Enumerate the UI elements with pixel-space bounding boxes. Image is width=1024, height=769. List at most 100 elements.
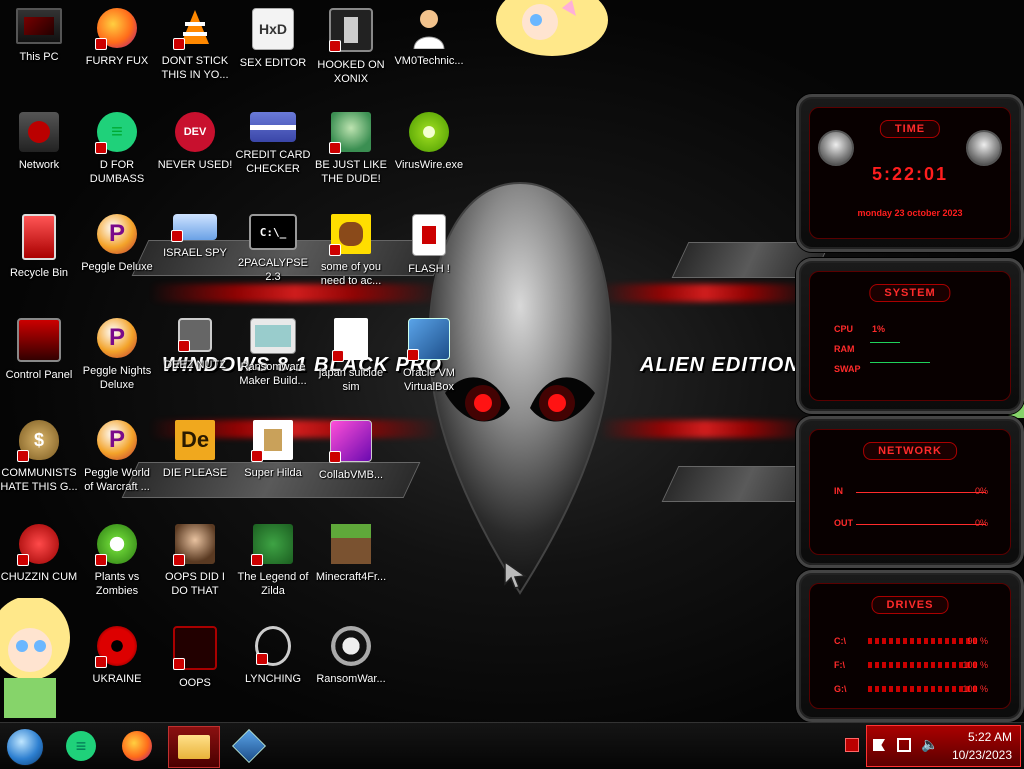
- desktop-icon-viruswire[interactable]: VirusWire.exe: [390, 112, 468, 172]
- system-gadget-title: SYSTEM: [869, 284, 951, 302]
- desktop-icon-label: D FOR DUMBASS: [89, 159, 145, 185]
- desktop-icon-dont-stick[interactable]: DONT STICK THIS IN YO...: [156, 8, 234, 82]
- desktop-icon-japan-suicide-sim[interactable]: japan suicide sim: [312, 318, 390, 394]
- desktop-icon-label: This PC: [19, 51, 59, 63]
- desktop-icon-never-used[interactable]: DEV NEVER USED!: [156, 112, 234, 172]
- desktop-icon-flash[interactable]: FLASH !: [390, 214, 468, 276]
- desktop-icon-oracle-vm[interactable]: Oracle VM VirtualBox: [390, 318, 468, 394]
- desktop-icon-network[interactable]: Network: [0, 112, 78, 172]
- desktop-icon-peggle-nights[interactable]: P Peggle Nights Deluxe: [78, 318, 156, 392]
- desktop-icon-label: Peggle Nights Deluxe: [82, 365, 152, 391]
- desktop-icon-d-for-dumbass[interactable]: ≡ D FOR DUMBASS: [78, 112, 156, 186]
- control-panel-icon: [17, 318, 61, 362]
- desktop-icon-minecraft[interactable]: Minecraft4Fr...: [312, 524, 390, 584]
- desktop-icon-plants-vs-zombies[interactable]: Plants vs Zombies: [78, 524, 156, 598]
- desktop-icon-sex-editor[interactable]: HxD SEX EDITOR: [234, 8, 312, 70]
- desktop-icon-communists[interactable]: $ COMMUNISTS HATE THIS G...: [0, 420, 78, 494]
- director-icon: De: [175, 420, 215, 460]
- start-button[interactable]: [6, 728, 44, 766]
- desktop-icon-be-just-like[interactable]: BE JUST LIKE THE DUDE!: [312, 112, 390, 186]
- taskbar-chat-app[interactable]: ≡: [56, 726, 106, 766]
- desktop-icon-deez-nutz[interactable]: DEEZ NUTZ: [156, 318, 234, 372]
- chuzzle-icon: [17, 524, 59, 566]
- network-status-icon[interactable]: [897, 738, 911, 752]
- drive-g-label: G:\: [834, 684, 847, 694]
- desktop-icon-label: 2PACALYPSE 2.3: [238, 257, 308, 283]
- desktop-icon-label: CREDIT CARD CHECKER: [235, 149, 311, 175]
- gadget-panel: SYSTEM CPU 1% RAM SWAP: [809, 271, 1011, 401]
- desktop-icon-vm0technic[interactable]: VM0Technic...: [390, 8, 468, 68]
- desktop-icon-chuzzin-cum[interactable]: CHUZZIN CUM: [0, 524, 78, 584]
- taskbar-clock-date[interactable]: 10/23/2023: [952, 748, 1012, 762]
- system-cpu-label: CPU: [834, 324, 854, 334]
- dev-cpp-icon: DEV: [175, 112, 215, 152]
- drive-c-value: 90 %: [967, 636, 988, 646]
- flower-icon: [95, 524, 137, 566]
- recycle-bin-icon: [22, 214, 56, 260]
- chat-bubble-icon: ≡: [95, 112, 137, 154]
- taskbar-file-explorer[interactable]: [168, 726, 220, 768]
- window-stack-icon: [178, 318, 212, 352]
- peggle-icon: P: [97, 214, 137, 254]
- taskbar-clock-time[interactable]: 5:22 AM: [968, 730, 1012, 744]
- action-center-flag-icon[interactable]: [873, 739, 885, 751]
- desktop-icon-legend-of-zilda[interactable]: The Legend of Zilda: [234, 524, 312, 598]
- desktop-icon-this-pc[interactable]: This PC: [0, 8, 78, 64]
- desktop-icon-label: UKRAINE: [92, 673, 142, 685]
- grass-block-icon: [331, 524, 371, 564]
- desktop-icon-collabvm[interactable]: CollabVMB...: [312, 420, 390, 482]
- network-out-graph: [856, 524, 986, 525]
- network-computer-icon: [171, 214, 217, 242]
- time-gadget[interactable]: TIME 5:22:01 monday 23 october 2023: [796, 94, 1024, 252]
- desktop-icon-super-hilda[interactable]: Super Hilda: [234, 420, 312, 480]
- firefox-icon: [95, 8, 137, 50]
- desktop-icon-peggle-wow[interactable]: P Peggle World of Warcraft ...: [78, 420, 156, 494]
- desktop-icon-ransomware-maker[interactable]: Ransomware Maker Build...: [234, 318, 312, 388]
- desktop-icon-label: NEVER USED!: [157, 159, 233, 171]
- doctor-person-icon: [409, 8, 449, 49]
- desktop-icon-label: Peggle World of Warcraft ...: [84, 467, 150, 493]
- drives-gadget[interactable]: DRIVES C:\ 90 % F:\ 100 % G:\ 100 %: [796, 570, 1024, 722]
- time-gadget-clock: 5:22:01: [871, 164, 949, 184]
- desktop-icon-hooked-on-xonix[interactable]: HOOKED ON XONIX: [312, 8, 390, 86]
- show-hidden-icons-button[interactable]: [845, 738, 859, 752]
- star-character-sticker-top: [496, 0, 608, 56]
- desktop-icon-2pacalypse[interactable]: C:\_ 2PACALYPSE 2.3: [234, 214, 312, 284]
- desktop-icon-label: Minecraft4Fr...: [315, 571, 387, 583]
- elf-icon: [329, 112, 371, 154]
- desktop-icon-recycle-bin[interactable]: Recycle Bin: [0, 214, 78, 280]
- firefox-icon: [122, 731, 152, 761]
- desktop-icon-label: Network: [18, 159, 60, 171]
- desktop-icon-israel-spy[interactable]: ISRAEL SPY: [156, 214, 234, 260]
- desktop-icon-label: VirusWire.exe: [394, 159, 464, 171]
- desktop-icon-oops-did-i[interactable]: OOPS DID I DO THAT: [156, 524, 234, 598]
- desktop-icon-lynching[interactable]: LYNCHING: [234, 626, 312, 686]
- network-in-value: 0%: [974, 486, 988, 496]
- volume-icon[interactable]: 🔈: [921, 736, 938, 753]
- desktop-icon-peggle-deluxe[interactable]: P Peggle Deluxe: [78, 214, 156, 274]
- desktop-icon-credit-card[interactable]: CREDIT CARD CHECKER: [234, 112, 312, 176]
- system-tray: 🔈 5:22 AM 10/23/2023: [866, 725, 1021, 767]
- system-gadget[interactable]: SYSTEM CPU 1% RAM SWAP: [796, 258, 1024, 414]
- virtualbox-icon: [232, 729, 266, 763]
- alien-head-icon: [966, 130, 1002, 166]
- pixel-character-icon: [251, 420, 293, 462]
- desktop-icon-die-please[interactable]: De DIE PLEASE: [156, 420, 234, 480]
- desktop-icon-some-of-you[interactable]: some of you need to ac...: [312, 214, 390, 288]
- desktop-icon-oops[interactable]: OOPS: [156, 626, 234, 690]
- network-gadget[interactable]: NETWORK IN 0% OUT 0%: [796, 416, 1024, 568]
- desktop-icon-label: OOPS: [179, 677, 211, 689]
- desktop-icon-ukraine[interactable]: UKRAINE: [78, 626, 156, 686]
- drive-g-value: 100 %: [962, 684, 988, 694]
- desktop-icon-furry-fux[interactable]: FURRY FUX: [78, 8, 156, 68]
- desktop-icon-label: COMMUNISTS HATE THIS G...: [0, 467, 78, 493]
- cartoon-dog-icon: [329, 214, 371, 256]
- lime-icon: [409, 112, 449, 152]
- taskbar-virtualbox[interactable]: [224, 726, 274, 766]
- desktop-icon-control-panel[interactable]: Control Panel: [0, 318, 78, 382]
- drives-gadget-title: DRIVES: [871, 596, 949, 614]
- network-out-value: 0%: [974, 518, 988, 528]
- desktop-icon-ransomwar[interactable]: RansomWar...: [312, 626, 390, 686]
- taskbar-firefox[interactable]: [112, 726, 162, 766]
- alien-head-icon: [818, 130, 854, 166]
